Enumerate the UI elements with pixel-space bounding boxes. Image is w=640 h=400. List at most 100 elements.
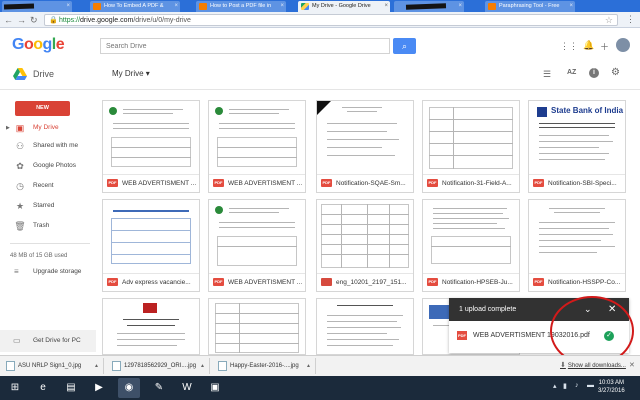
sidebar-item-starred[interactable]: ★ Starred bbox=[0, 197, 90, 215]
network-icon[interactable]: ▮ bbox=[563, 382, 567, 390]
start-icon[interactable]: ⊞ bbox=[4, 378, 26, 398]
file-card[interactable]: PDF Notification-31-Field-A... bbox=[422, 100, 520, 193]
file-thumbnail bbox=[317, 299, 413, 354]
url-text: https://drive.google.com/drive/u/0/my-dr… bbox=[59, 17, 191, 24]
file-explorer-icon[interactable]: ▤ bbox=[60, 378, 82, 398]
file-card[interactable] bbox=[208, 298, 306, 355]
close-icon[interactable]: × bbox=[174, 1, 178, 12]
file-name: Notification-31-Field-A... bbox=[423, 174, 519, 192]
notifications-icon[interactable]: 🔔 bbox=[583, 40, 594, 51]
caret-up-icon[interactable]: ▲ bbox=[306, 358, 311, 374]
download-item[interactable]: 1297818562929_ORI....jpg ▲ bbox=[110, 358, 210, 374]
sidebar-item-shared[interactable]: ⚇ Shared with me bbox=[0, 137, 90, 155]
caret-up-icon[interactable]: ▲ bbox=[94, 358, 99, 374]
sidebar-item-my-drive[interactable]: ▶ ▣ My Drive bbox=[0, 119, 90, 137]
media-player-icon[interactable]: ▶ bbox=[88, 378, 110, 398]
file-thumbnail bbox=[529, 200, 625, 273]
browser-tab-5[interactable]: × bbox=[394, 1, 464, 12]
close-icon[interactable]: × bbox=[384, 1, 388, 12]
file-thumbnail bbox=[317, 101, 413, 174]
file-name: WEB ADVERTISMENT ... bbox=[103, 174, 199, 192]
caret-up-icon[interactable]: ▲ bbox=[200, 358, 205, 374]
browser-tab-6[interactable]: Paraphrasing Tool - Free × bbox=[485, 1, 575, 12]
expand-arrow-icon[interactable]: ▶ bbox=[6, 119, 10, 137]
photos-app-icon[interactable]: ▣ bbox=[204, 378, 226, 398]
file-card[interactable]: PDF WEB ADVERTISMENT ... bbox=[102, 100, 200, 193]
chrome-icon[interactable]: ◉ bbox=[118, 378, 140, 398]
browser-menu-icon[interactable]: ⋮ bbox=[626, 14, 635, 25]
avatar[interactable] bbox=[616, 38, 630, 52]
my-drive-dropdown[interactable]: My Drive ▾ bbox=[112, 69, 150, 78]
search-icon: ⌕ bbox=[401, 41, 408, 51]
forward-icon[interactable]: → bbox=[17, 14, 26, 26]
file-card[interactable]: PDF WEB ADVERTISMENT ... bbox=[208, 199, 306, 292]
new-button[interactable]: NEW bbox=[15, 101, 70, 116]
internet-explorer-icon[interactable]: e bbox=[32, 378, 54, 398]
close-icon[interactable]: × bbox=[280, 1, 284, 12]
system-clock[interactable]: 10:03 AM 3/27/2016 bbox=[598, 379, 625, 395]
sidebar-item-recent[interactable]: ◷ Recent bbox=[0, 177, 90, 195]
blogger-icon bbox=[488, 3, 496, 10]
file-card[interactable]: State Bank of India PDF Notification-SBI… bbox=[528, 100, 626, 193]
browser-tab-2[interactable]: How To Embed A PDF & × bbox=[90, 1, 180, 12]
battery-icon[interactable]: ▬ bbox=[587, 382, 594, 389]
file-card[interactable]: PDF Notification-HPSEB-Ju... bbox=[422, 199, 520, 292]
file-card[interactable]: PDF Notification-HSSPP-Co... bbox=[528, 199, 626, 292]
apps-grid-icon[interactable]: ⋮⋮ bbox=[560, 41, 578, 52]
paint-icon[interactable]: ✎ bbox=[148, 378, 170, 398]
sidebar-item-label: Starred bbox=[33, 202, 55, 209]
redacted-mark bbox=[405, 3, 447, 10]
file-thumbnail bbox=[103, 299, 199, 354]
browser-tab-3[interactable]: How to Post a PDF file in × bbox=[196, 1, 286, 12]
blogger-icon bbox=[93, 3, 101, 10]
file-name: WEB ADVERTISMENT ... bbox=[209, 273, 305, 291]
people-icon: ⚇ bbox=[15, 141, 25, 151]
drive-icon bbox=[301, 3, 309, 10]
file-name: WEB ADVERTISMENT ... bbox=[209, 174, 305, 192]
browser-tab-drive[interactable]: My Drive - Google Drive × bbox=[298, 1, 390, 12]
download-item[interactable]: ASU NRLP Sign1_0.jpg ▲ bbox=[4, 358, 104, 374]
google-logo[interactable]: Google bbox=[12, 36, 65, 54]
search-input[interactable] bbox=[100, 38, 390, 54]
sidebar-item-label: My Drive bbox=[33, 124, 59, 131]
search-button[interactable]: ⌕ bbox=[393, 38, 416, 54]
sidebar-item-label: Google Photos bbox=[33, 162, 77, 169]
file-thumbnail: State Bank of India bbox=[529, 101, 625, 174]
bookmark-star-icon[interactable]: ☆ bbox=[605, 15, 613, 26]
list-view-icon[interactable]: ☰ bbox=[543, 69, 551, 80]
file-name: eng_10201_2197_151... bbox=[317, 273, 413, 291]
tray-arrow-icon[interactable]: ▴ bbox=[553, 382, 557, 390]
settings-icon[interactable]: ⚙ bbox=[611, 67, 620, 78]
browser-tab-strip: × How To Embed A PDF & × How to Post a P… bbox=[0, 0, 640, 12]
file-card[interactable]: PDF Notification-SQAE-Sm... bbox=[316, 100, 414, 193]
address-bar[interactable]: 🔒 https://drive.google.com/drive/u/0/my-… bbox=[44, 14, 618, 26]
file-card[interactable]: PDF WEB ADVERTISMENT ... bbox=[208, 100, 306, 193]
volume-icon[interactable]: ♪ bbox=[575, 382, 579, 389]
show-all-downloads[interactable]: ⬇ Show all downloads... bbox=[560, 358, 626, 374]
word-icon[interactable]: W bbox=[176, 378, 198, 398]
sort-icon[interactable]: AZ bbox=[567, 69, 576, 76]
sidebar-item-trash[interactable]: 🗑 Trash bbox=[0, 217, 90, 235]
drive-logo-icon bbox=[13, 68, 27, 80]
sidebar-item-photos[interactable]: ✿ Google Photos bbox=[0, 157, 90, 175]
download-item[interactable]: Happy-Easter-2016-....jpg ▲ bbox=[216, 358, 316, 374]
close-icon[interactable]: ✕ bbox=[629, 358, 635, 374]
file-name: Notification-SBI-Speci... bbox=[529, 174, 625, 192]
close-icon[interactable]: × bbox=[569, 1, 573, 12]
upgrade-storage-link[interactable]: ≡ Upgrade storage bbox=[0, 264, 90, 280]
back-icon[interactable]: ← bbox=[4, 14, 13, 26]
browser-toolbar: ← → ↻ 🔒 https://drive.google.com/drive/u… bbox=[0, 12, 640, 28]
file-card[interactable] bbox=[102, 298, 200, 355]
close-icon[interactable]: × bbox=[66, 1, 70, 12]
file-card[interactable]: PDF Adv express vacancie... bbox=[102, 199, 200, 292]
share-icon[interactable]: ＋ bbox=[600, 40, 609, 53]
file-card[interactable] bbox=[316, 298, 414, 355]
file-card[interactable]: eng_10201_2197_151... bbox=[316, 199, 414, 292]
info-icon[interactable]: i bbox=[589, 68, 599, 78]
close-icon[interactable]: × bbox=[458, 1, 462, 12]
get-drive-for-pc[interactable]: ▭ Get Drive for PC bbox=[0, 330, 96, 352]
file-icon bbox=[112, 361, 121, 371]
reload-icon[interactable]: ↻ bbox=[30, 14, 38, 26]
file-icon bbox=[218, 361, 227, 371]
browser-tab-1[interactable]: × bbox=[2, 1, 72, 12]
